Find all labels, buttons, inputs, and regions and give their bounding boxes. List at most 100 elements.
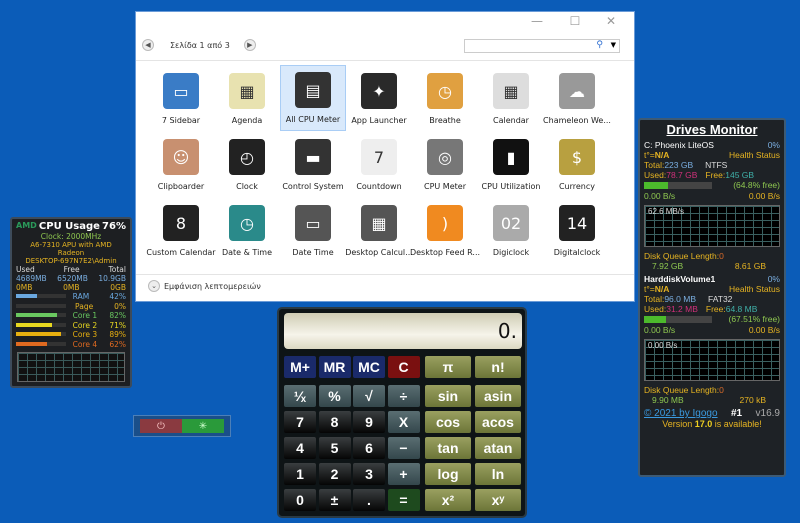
cpu-bar-row: RAM 42% <box>16 292 126 302</box>
gadget-item[interactable]: 7 Countdown <box>346 131 412 197</box>
calc-button[interactable]: . <box>353 489 385 511</box>
next-page-button[interactable]: ▶ <box>243 39 256 51</box>
chevron-down-icon: ⌄ <box>148 280 160 292</box>
used-label: Used: <box>644 304 667 314</box>
gadget-icon: ▤ <box>295 72 331 108</box>
calc-button[interactable]: 0 <box>284 489 316 511</box>
sleep-icon[interactable]: ✳ <box>182 419 224 433</box>
calc-button[interactable]: ¹⁄ₓ <box>284 385 316 407</box>
cpu-model: A6-7310 APU with AMD Radeon <box>30 241 112 257</box>
gadget-item[interactable]: ▮ CPU Utilization <box>478 131 544 197</box>
copyright-link[interactable]: © 2021 by Igogo <box>644 408 718 419</box>
calc-button[interactable]: 1 <box>284 463 316 485</box>
gadget-item[interactable]: ▭ 7 Sidebar <box>148 65 214 131</box>
minimize-button[interactable]: — <box>522 14 552 28</box>
calc-sci-button[interactable]: ln <box>475 463 521 485</box>
calc-sci-button[interactable]: atan <box>475 437 521 459</box>
calc-button[interactable]: 6 <box>353 437 385 459</box>
calc-button[interactable]: 4 <box>284 437 316 459</box>
amd-logo: AMD <box>16 221 37 230</box>
calc-button[interactable]: MR <box>318 356 351 378</box>
calc-button[interactable]: X <box>387 411 420 433</box>
gadget-icon: ▭ <box>295 205 331 241</box>
total-label: Total: <box>644 294 665 304</box>
gadget-icon: ◎ <box>427 139 463 175</box>
gadget-item[interactable]: ▬ Control System <box>280 131 346 197</box>
bar-value: 82% <box>109 311 126 320</box>
gadget-item[interactable]: ▦ Desktop Calcul... <box>345 197 413 263</box>
calc-button[interactable]: M+ <box>284 356 316 378</box>
gadget-item[interactable]: ▦ Calendar <box>478 65 544 131</box>
calc-button[interactable]: 5 <box>318 437 351 459</box>
calc-sci-button[interactable]: x² <box>425 489 471 511</box>
gadget-item[interactable]: ☁ Chameleon We... <box>543 65 611 131</box>
used-value: 31.2 MB <box>666 304 698 314</box>
search-dropdown-icon[interactable]: ▼ <box>611 41 616 49</box>
gadget-item[interactable]: ) Desktop Feed R... <box>410 197 480 263</box>
calc-button[interactable]: ÷ <box>387 385 420 407</box>
calc-button[interactable]: C <box>387 356 420 378</box>
prev-page-button[interactable]: ◀ <box>142 39 154 51</box>
update-pre: Version <box>662 419 695 429</box>
temperature: t°=N/A <box>644 150 669 160</box>
gadget-item[interactable]: ▦ Agenda <box>214 65 280 131</box>
cpu-usage-gadget[interactable]: AMD CPU Usage 76% Clock: 2000MHz A6-7310… <box>10 217 132 388</box>
gadget-item[interactable]: 8 Custom Calendar <box>146 197 216 263</box>
drives-title: Drives Monitor <box>666 122 758 137</box>
download-speed: 0.00 B/s <box>748 325 780 335</box>
gadget-item[interactable]: ▭ Date Time <box>280 197 346 263</box>
gadget-label: Chameleon We... <box>543 116 611 125</box>
search-icon[interactable]: ⚲ <box>596 40 603 50</box>
calc-button[interactable]: MC <box>353 356 385 378</box>
update-notice[interactable]: Version 17.0 is available! <box>644 419 780 429</box>
gadget-item[interactable]: ▤ All CPU Meter <box>280 65 346 131</box>
calc-button[interactable]: − <box>387 437 420 459</box>
free-label: Free: <box>705 170 726 180</box>
calc-button[interactable]: % <box>318 385 351 407</box>
calc-sci-button[interactable]: xʸ <box>475 489 521 511</box>
search-input[interactable]: ⚲ ▼ <box>464 39 620 53</box>
calc-sci-button[interactable]: cos <box>425 411 471 433</box>
gadget-item[interactable]: ◷ Breathe <box>412 65 478 131</box>
calc-button[interactable]: 8 <box>318 411 351 433</box>
gadget-item[interactable]: ☺ Clipboarder <box>148 131 214 197</box>
calc-sci-button[interactable]: log <box>425 463 471 485</box>
calc-button[interactable]: 3 <box>353 463 385 485</box>
calculator-gadget: 0. M+ MR MC C ¹⁄ₓ% √ ÷ 7 8 9 X 4 5 6− 1 2 3 +0 ±. = π n! sin as… <box>277 307 527 518</box>
power-icon[interactable]: ⏻ <box>140 419 182 433</box>
calc-button[interactable]: 2 <box>318 463 351 485</box>
gadget-item[interactable]: ◴ Clock <box>214 131 280 197</box>
gadget-icon: ▦ <box>229 73 265 109</box>
gadget-icon: $ <box>559 139 595 175</box>
volume-panel: C: Phoenix LiteOS 0% t°=N/A Health Status To… <box>644 140 780 271</box>
gadget-label: Control System <box>282 182 344 191</box>
calc-button[interactable]: 7 <box>284 411 316 433</box>
queue-value: 0 <box>719 251 724 261</box>
volume-row: HarddiskVolume1 0% <box>644 274 780 284</box>
calc-sci-button[interactable]: sin <box>425 385 471 407</box>
health-status: Health Status <box>728 284 780 294</box>
gadget-label: Date & Time <box>221 248 273 257</box>
gadget-item[interactable]: 14 Digitalclock <box>544 197 610 263</box>
cpu-bar-row: Core 1 82% <box>16 311 126 321</box>
maximize-button[interactable]: ☐ <box>560 14 590 28</box>
close-button[interactable]: ✕ <box>596 14 626 28</box>
calc-button[interactable]: + <box>387 463 420 485</box>
calc-button[interactable]: 9 <box>353 411 385 433</box>
calc-sci-button[interactable]: n! <box>475 356 521 378</box>
calc-button[interactable]: ± <box>318 489 351 511</box>
gadget-item[interactable]: 02 Digiclock <box>478 197 544 263</box>
bar-label: Core 4 <box>72 339 98 349</box>
calc-button[interactable]: √ <box>353 385 385 407</box>
gadget-item[interactable]: $ Currency <box>544 131 610 197</box>
show-details-button[interactable]: ⌄ Εμφάνιση λεπτομερειών <box>148 280 261 292</box>
calc-button[interactable]: = <box>387 489 420 511</box>
calc-sci-button[interactable]: acos <box>475 411 521 433</box>
gadget-item[interactable]: ◎ CPU Meter <box>412 131 478 197</box>
calc-sci-button[interactable]: π <box>425 356 471 378</box>
gadget-item[interactable]: ◷ Date & Time <box>214 197 280 263</box>
calc-sci-button[interactable]: asin <box>475 385 521 407</box>
calc-sci-button[interactable]: tan <box>425 437 471 459</box>
gadget-item[interactable]: ✦ App Launcher <box>346 65 412 131</box>
read-total: 7.92 GB <box>652 261 684 271</box>
